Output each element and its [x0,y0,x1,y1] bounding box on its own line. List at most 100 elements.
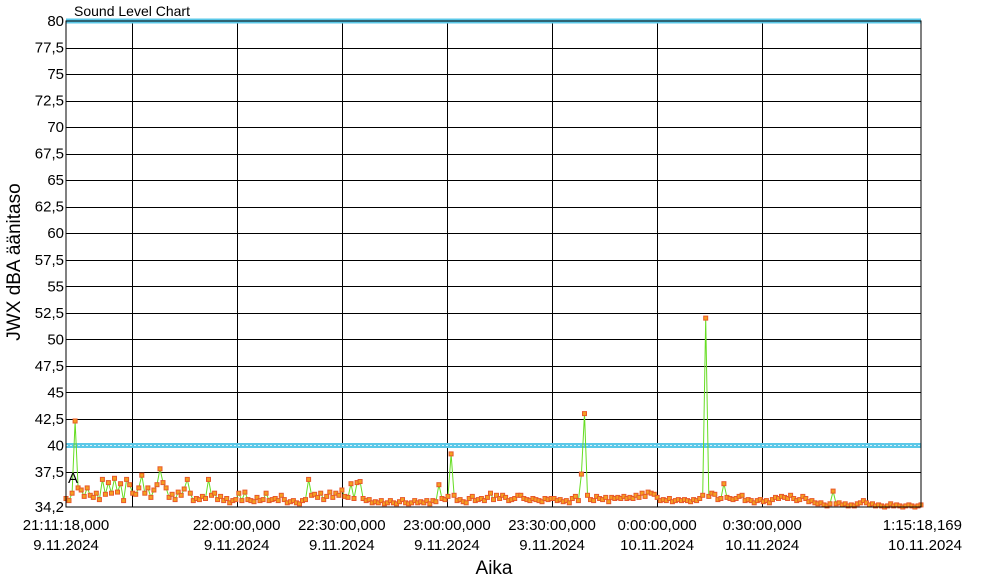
y-tick-label: 62,5 [35,199,64,216]
data-point [357,479,363,484]
data-point [703,315,709,321]
data-point [327,489,333,495]
data-point [151,487,157,493]
data-point [212,490,218,496]
data-point [136,485,142,491]
x-tick-label-date: 9.11.2024 [519,537,585,554]
y-tick-label: 75 [47,66,64,83]
data-point [121,498,127,504]
data-point [118,481,124,487]
data-point [154,482,160,488]
data-point [96,497,102,503]
x-tick-label-date: 9.11.2024 [414,537,480,554]
y-tick-label: 80 [47,13,64,30]
data-point [348,481,354,487]
data-point [169,491,175,497]
y-tick-label: 45 [47,384,64,401]
data-point [84,485,90,491]
data-point [572,493,578,499]
x-tick-label-time: 23:30:00,000 [508,517,596,534]
data-point [115,489,120,495]
x-tick-label-date: 10.11.2024 [620,537,694,554]
data-point [260,497,266,503]
data-point [251,499,257,505]
data-point [339,487,345,493]
data-point [90,494,96,500]
data-point [145,485,151,491]
data-point [721,481,727,487]
data-point [445,493,451,499]
data-point [93,490,99,496]
data-point [242,489,248,495]
y-tick-label: 70 [47,119,64,136]
data-point [591,498,597,504]
data-point [178,492,184,498]
y-tick-label: 67,5 [35,146,64,163]
data-point [69,490,75,496]
y-axis-label: JWX dBA äänitaso [4,183,25,340]
data-point [718,496,724,501]
data-point [66,498,72,504]
data-point [585,492,590,498]
data-point [224,496,230,501]
x-tick-label-date: 10.11.2024 [725,537,799,554]
data-point [739,492,745,498]
x-tick-label-time: 0:30:00,000 [723,517,802,534]
data-point [99,476,105,482]
data-point [105,480,111,486]
y-tick-label: 55 [47,278,64,295]
data-point [636,494,642,500]
data-point [712,491,718,497]
data-point [139,472,145,478]
data-point [827,501,833,507]
y-tick-label: 42,5 [35,411,64,428]
annotation-label: A [68,470,78,487]
data-point [324,493,330,499]
data-point [448,451,454,457]
data-point [491,497,496,503]
data-point [306,476,312,482]
data-point [160,480,166,486]
plot-background [66,21,921,507]
x-tick-label-time: 22:00:00,000 [193,517,281,534]
data-point [566,500,572,506]
data-point [484,494,490,500]
data-point [336,492,342,498]
x-tick-label-time: 1:15:18,169 [883,517,962,534]
data-point [124,476,130,482]
x-tick-label-date: 10.11.2024 [888,537,962,554]
y-tick-label: 52,5 [35,305,64,322]
x-tick-label-time: 0:00:00,000 [618,517,697,534]
x-tick-label-date: 9.11.2024 [204,537,270,554]
data-point [642,493,648,499]
x-tick-label-time: 21:11:18,000 [23,517,109,534]
data-point [109,490,114,496]
y-tick-label: 37,5 [35,464,64,481]
data-point [303,497,308,503]
data-point [233,497,239,503]
y-axis-ticks: 34,2 37,5 40 42,5 45 47,5 50 52,5 55 57,5 60 62,5 65… [35,13,64,516]
y-tick-label: 77,5 [35,40,64,57]
data-point [206,476,211,482]
data-point [148,494,154,500]
data-point [606,499,612,505]
y-tick-label: 65 [47,172,64,189]
data-point [469,493,475,499]
data-point [700,492,706,498]
y-tick-label: 34,2 [35,499,64,516]
data-point [81,493,87,499]
data-point [575,498,581,504]
data-point [112,475,117,481]
x-tick-label-date: 9.11.2024 [33,537,99,554]
data-point [72,418,78,424]
data-point [127,482,133,488]
data-point [436,482,442,488]
y-tick-label: 57,5 [35,252,64,269]
x-axis-label: Aika [476,558,513,579]
y-tick-label: 60 [47,225,64,242]
data-point [451,492,457,498]
y-tick-label: 50 [47,331,64,348]
data-point [181,486,187,492]
data-point [351,496,357,501]
data-point [463,500,469,506]
